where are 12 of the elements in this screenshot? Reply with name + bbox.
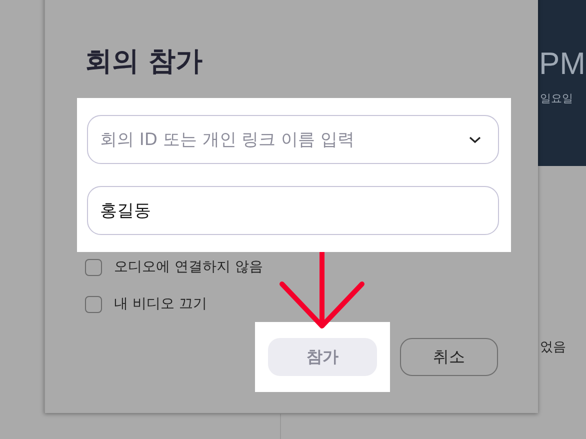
day-text: 일요일 [540,91,573,106]
clock-text: PM [539,48,586,79]
cancel-button[interactable]: 취소 [400,338,498,376]
checkbox[interactable] [85,258,102,276]
name-field[interactable]: 홍길동 [87,186,499,235]
option-label: 오디오에 연결하지 않음 [114,258,263,276]
option-label: 내 비디오 끄기 [114,295,207,313]
status-text: 었음 [540,339,566,356]
checkbox[interactable] [85,296,102,312]
chevron-down-icon [469,136,481,144]
meeting-id-dropdown[interactable]: 회의 ID 또는 개인 링크 이름 입력 [87,115,499,164]
dialog-title: 회의 참가 [85,45,202,79]
